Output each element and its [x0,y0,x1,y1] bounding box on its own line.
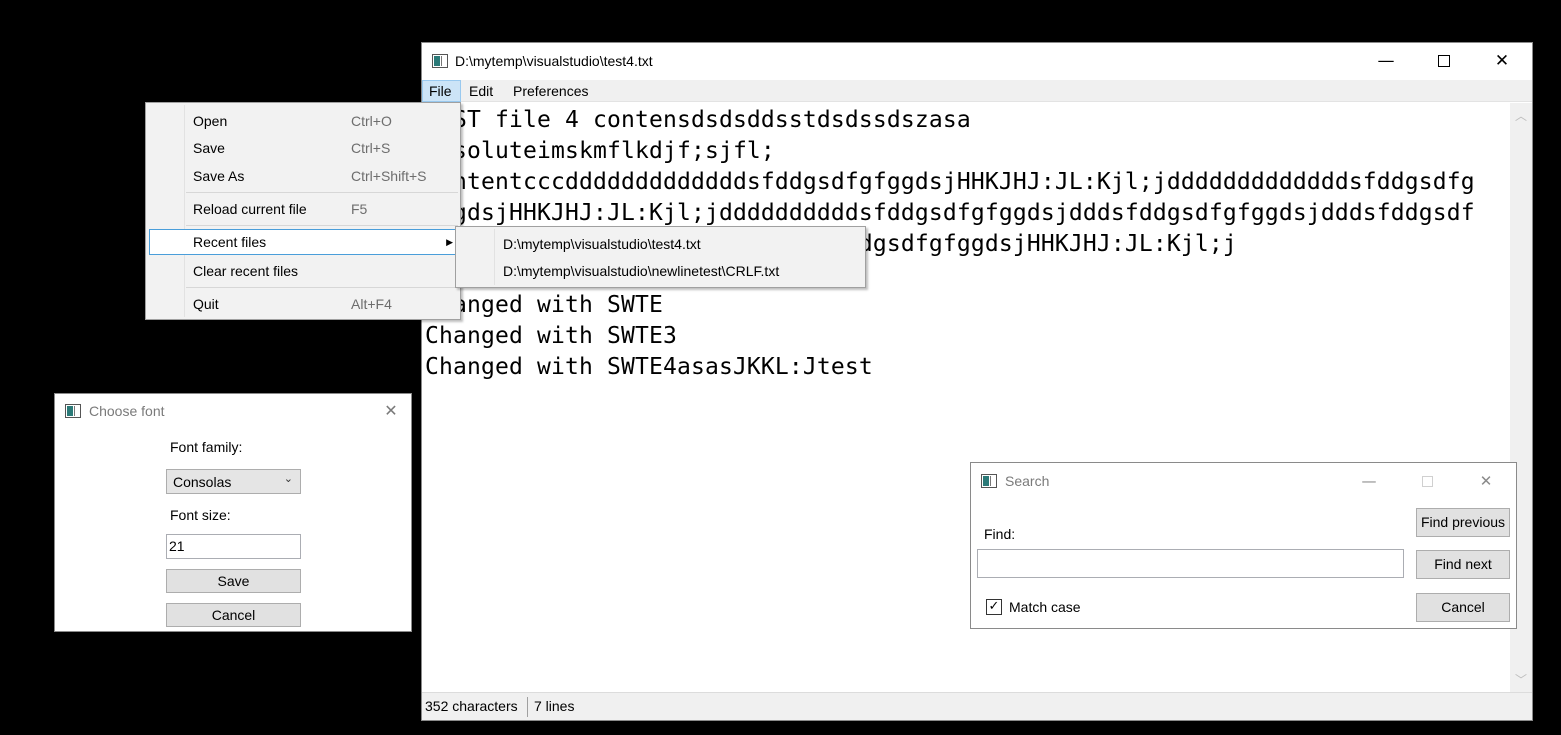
menu-item-recent-files[interactable]: Recent files ▶ [149,229,460,255]
font-family-select[interactable]: Consolas ⌄ [166,469,301,494]
recent-files-submenu: D:\mytemp\visualstudio\test4.txt D:\myte… [455,226,866,288]
find-previous-button[interactable]: Find previous [1416,508,1510,537]
dialog-icon [981,474,997,488]
editor-line: TEST file 4 contensdsdsddsstdsdssdszasa [425,107,971,133]
match-case-label: Match case [1009,599,1081,615]
close-button[interactable]: ✕ [1464,463,1508,499]
menu-item-label: Clear recent files [193,263,299,279]
maximize-icon [1421,476,1433,487]
menu-item-shortcut: Ctrl+Shift+S [351,168,427,184]
status-separator [527,697,528,717]
menu-item-reload[interactable]: Reload current file F5 [148,197,458,221]
menu-separator [186,192,458,193]
match-case-checkbox[interactable]: ✓ [986,599,1002,615]
menu-item-label: Save [193,140,225,156]
menu-item-label: Save As [193,168,245,184]
dialog-title: Choose font [89,403,165,419]
editor-line: Changed with SWTE4asasJKKL:Jtest [425,354,873,380]
cancel-button[interactable]: Cancel [166,603,301,627]
menu-item-clear-recent[interactable]: Clear recent files [148,259,458,283]
scroll-up-icon[interactable]: ︿ [1510,107,1532,124]
editor-line: absoluteimskmflkdjf;sjfl; [425,138,775,164]
dialog-title: Search [1005,473,1050,489]
save-button[interactable]: Save [166,569,301,593]
choose-font-dialog: Choose font ✕ Font family: Consolas ⌄ Fo… [54,393,412,632]
editor-line: fggdsjHHKJHJ:JL:Kjl;jddddddddddsfddgsdfg… [425,200,1475,226]
character-count: 352 characters [425,698,518,714]
recent-file-item[interactable]: D:\mytemp\visualstudio\test4.txt [503,232,701,256]
minimize-button[interactable]: — [1347,463,1391,499]
menu-edit[interactable]: Edit [463,80,499,102]
file-menu: Open Ctrl+O Save Ctrl+S Save As Ctrl+Shi… [145,102,461,320]
menu-separator [186,287,458,288]
menu-item-open[interactable]: Open Ctrl+O [148,109,458,133]
close-button[interactable]: ✕ [1473,43,1531,80]
menu-item-save[interactable]: Save Ctrl+S [148,136,458,160]
menu-item-quit[interactable]: Quit Alt+F4 [148,292,458,316]
menu-item-shortcut: F5 [351,201,368,217]
maximize-button[interactable] [1415,43,1473,80]
font-family-label: Font family: [170,439,243,455]
menu-item-label: Reload current file [193,201,307,217]
menu-file[interactable]: File [422,80,461,102]
menu-item-shortcut: Alt+F4 [351,296,392,312]
minimize-button[interactable]: — [1357,43,1415,80]
font-family-value: Consolas [173,474,232,490]
find-label: Find: [984,526,1016,542]
dialog-icon [65,404,81,418]
search-dialog: Search — ✕ Find: ✓ Match case Find previ… [970,462,1517,629]
line-count: 7 lines [534,698,575,714]
menu-separator [186,225,458,226]
chevron-down-icon: ⌄ [283,472,293,485]
title-bar: D:\mytemp\visualstudio\test4.txt — ✕ [422,43,1532,80]
menu-preferences[interactable]: Preferences [507,80,594,102]
menu-gutter [494,229,495,285]
find-next-button[interactable]: Find next [1416,550,1510,579]
editor-line: contentcccdddddddddddddsfddgsdfgfggdsjHH… [425,169,1475,195]
menu-bar: File Edit Preferences [422,80,1532,102]
window-title: D:\mytemp\visualstudio\test4.txt [455,53,653,69]
app-icon [432,54,448,68]
scroll-down-icon[interactable]: ﹀ [1510,671,1532,688]
font-size-label: Font size: [170,507,231,523]
cancel-button[interactable]: Cancel [1416,593,1510,622]
maximize-icon [1438,55,1450,67]
recent-file-item[interactable]: D:\mytemp\visualstudio\newlinetest\CRLF.… [503,259,779,283]
find-input[interactable] [977,549,1404,578]
menu-item-shortcut: Ctrl+O [351,113,392,129]
menu-item-label: Quit [193,296,219,312]
font-size-input[interactable]: 21 [166,534,301,559]
maximize-button [1405,463,1449,499]
close-button[interactable]: ✕ [369,394,413,428]
status-bar: 352 characters 7 lines [422,692,1532,720]
submenu-arrow-icon: ▶ [446,237,453,247]
menu-item-label: Recent files [193,234,267,250]
menu-item-shortcut: Ctrl+S [351,140,391,156]
menu-item-save-as[interactable]: Save As Ctrl+Shift+S [148,164,458,188]
editor-line: Changed with SWTE3 [425,323,677,349]
menu-item-label: Open [193,113,228,129]
